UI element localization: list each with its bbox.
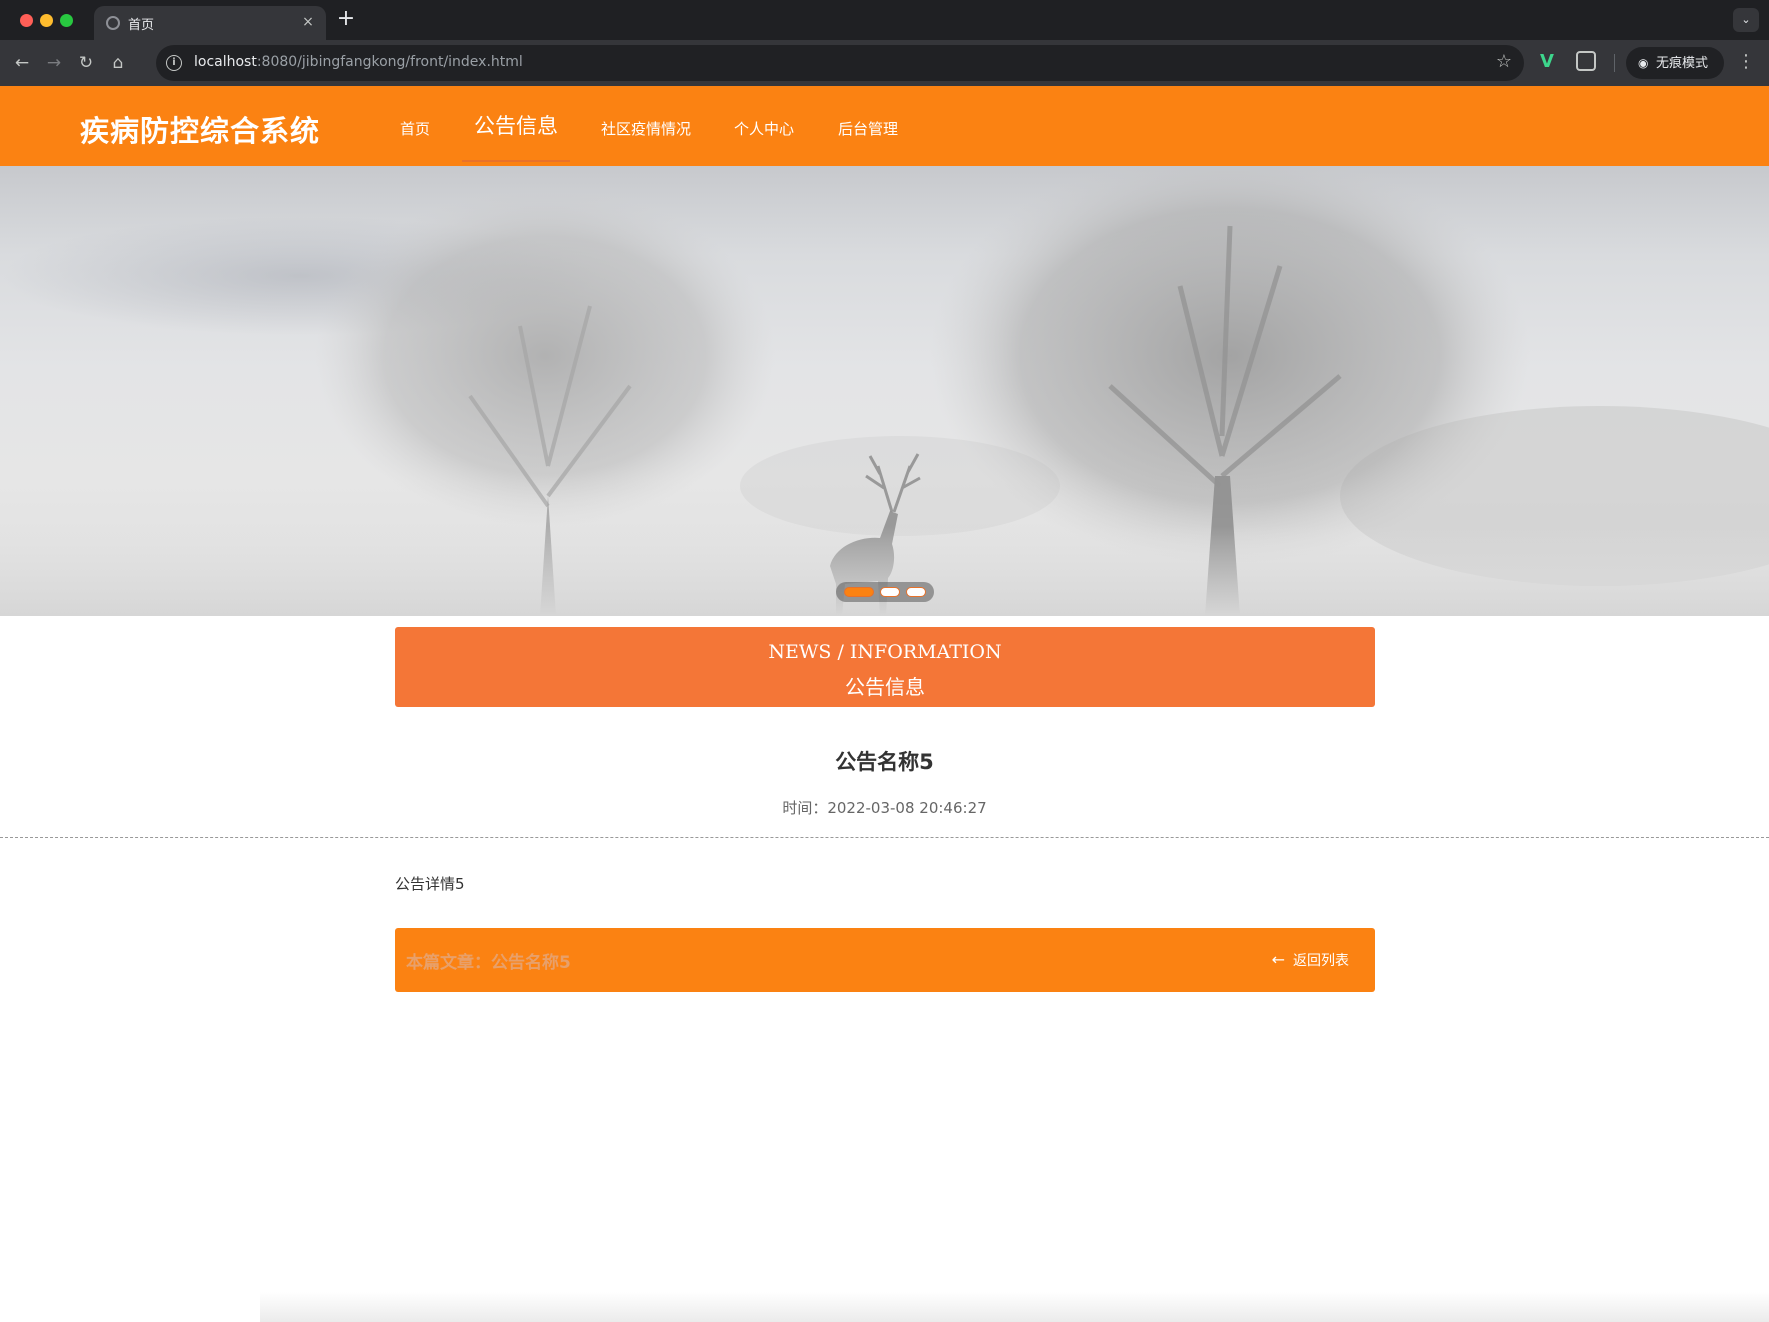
browser-menu-icon[interactable]: ⋮ [1737,52,1755,72]
article-divider [0,837,1769,838]
nav-item-home[interactable]: 首页 [400,118,430,139]
carousel-dot-1[interactable] [844,587,874,597]
page-bottom-shadow [260,1292,1769,1322]
banner-carousel[interactable] [0,166,1769,616]
bookmark-star-icon[interactable]: ☆ [1496,51,1512,72]
carousel-indicators [836,582,934,602]
back-arrow-icon[interactable]: ← [10,51,34,75]
tab-title: 首页 [128,18,155,33]
article-footer-bar: 本篇文章：公告名称5 ← 返回列表 [395,928,1375,992]
current-article: 本篇文章：公告名称5 [406,948,571,973]
carousel-dot-2[interactable] [880,587,900,597]
nav-item-community-epidemic[interactable]: 社区疫情情况 [601,118,691,139]
nav-item-announcements[interactable]: 公告信息 [474,110,558,140]
incognito-icon: ◉ [1638,56,1649,70]
section-title-box: NEWS / INFORMATION 公告信息 [395,627,1375,707]
back-to-list-button[interactable]: ← 返回列表 [1272,950,1349,970]
reload-icon[interactable]: ↻ [74,51,98,75]
current-article-label: 本篇文章： [406,953,491,973]
article-title: 公告名称5 [835,750,934,774]
forward-arrow-icon[interactable]: → [42,51,66,75]
arrow-left-icon: ← [1271,950,1285,969]
home-icon[interactable]: ⌂ [106,51,130,75]
back-to-list-label: 返回列表 [1293,953,1349,969]
browser-toolbar: ← → ↻ ⌂ i localhost:8080/jibingfangkong/… [0,40,1769,86]
extensions-puzzle-icon[interactable] [1576,51,1596,71]
nav-active-underline [462,160,570,162]
site-header: 疾病防控综合系统 首页 公告信息 社区疫情情况 个人中心 后台管理 [0,86,1769,166]
site-info-icon[interactable]: i [166,55,182,71]
nav-item-personal-center[interactable]: 个人中心 [734,118,794,139]
tab-search-chevron-icon[interactable]: ⌄ [1733,8,1759,32]
globe-icon [106,16,120,30]
tab-close-icon[interactable]: × [298,12,318,32]
url-text: localhost:8080/jibingfangkong/front/inde… [194,54,523,70]
article-time-value: 2022-03-08 20:46:27 [827,799,987,817]
close-window-button[interactable] [20,14,33,27]
site-title: 疾病防控综合系统 [80,114,321,148]
new-tab-button[interactable]: + [334,8,358,32]
incognito-indicator[interactable]: ◉ 无痕模式 [1626,47,1724,79]
toolbar-divider [1614,54,1615,72]
article-time: 时间：2022-03-08 20:46:27 [0,797,1769,818]
page: 疾病防控综合系统 首页 公告信息 社区疫情情况 个人中心 后台管理 NEWS /… [0,86,1769,1322]
maximize-window-button[interactable] [60,14,73,27]
misty-trees-deer-image [0,166,1769,616]
vue-devtools-icon[interactable]: V [1540,51,1554,72]
minimize-window-button[interactable] [40,14,53,27]
browser-tab-bar: 首页 × + ⌄ [0,0,1769,40]
incognito-label: 无痕模式 [1656,56,1709,71]
section-title-en: NEWS / INFORMATION [768,641,1002,663]
article-body: 公告详情5 [395,875,465,893]
section-title-cn: 公告信息 [845,675,925,699]
browser-tab[interactable]: 首页 × [94,6,326,40]
address-bar[interactable]: i localhost:8080/jibingfangkong/front/in… [156,45,1524,81]
carousel-dot-3[interactable] [906,587,926,597]
current-article-title: 公告名称5 [491,953,571,973]
nav-item-admin[interactable]: 后台管理 [838,118,898,139]
article-time-label: 时间： [782,799,828,817]
